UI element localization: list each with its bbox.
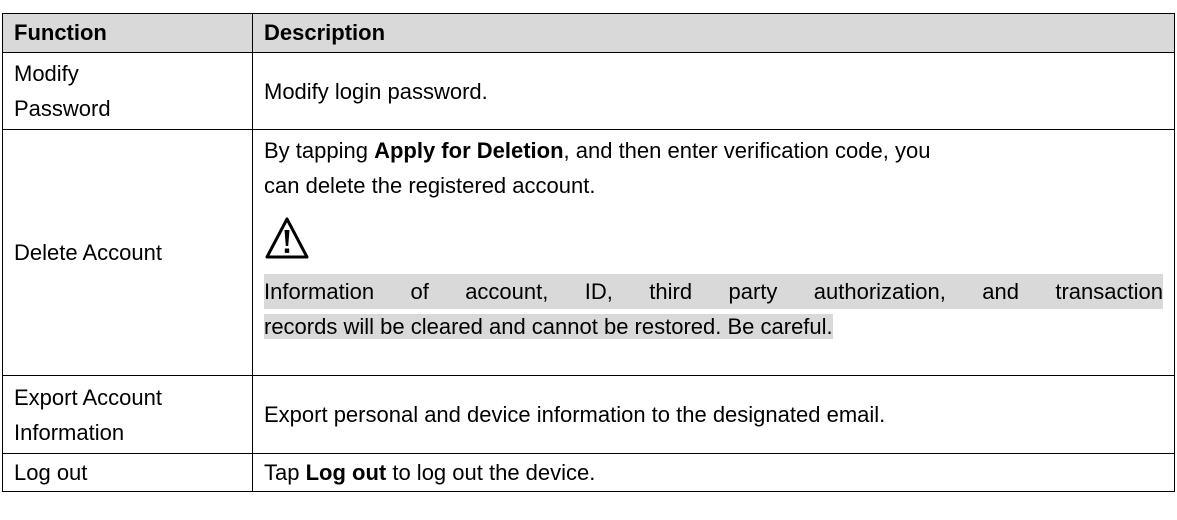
function-label: Delete Account <box>14 240 162 265</box>
apply-for-deletion-label: Apply for Deletion <box>374 138 564 163</box>
table-row-log-out: Log out Tap Log out to log out the devic… <box>2 453 1175 492</box>
function-label-line1: Modify <box>14 61 79 86</box>
warning-note-line2: records will be cleared and cannot be re… <box>264 314 833 339</box>
warning-note: Information of account, ID, third party … <box>264 274 1163 344</box>
warning-triangle-icon <box>264 216 310 260</box>
warning-note-line1: Information of account, ID, third party … <box>264 274 1163 309</box>
description-cell-log-out: Tap Log out to log out the device. <box>252 453 1175 492</box>
table-row-delete-account: Delete Account By tapping Apply for Dele… <box>2 129 1175 376</box>
description-text-prefix: By tapping <box>264 138 375 163</box>
function-label: Log out <box>14 460 88 485</box>
function-cell-log-out: Log out <box>2 453 253 492</box>
description-cell-export-account: Export personal and device information t… <box>252 375 1175 454</box>
description-text-suffix: , and then enter verification code, you <box>563 138 931 163</box>
function-label-line1: Export Account <box>14 384 162 410</box>
description-text-line2: can delete the registered account. <box>264 173 596 198</box>
function-label-line2: Password <box>14 96 111 121</box>
description-text-prefix: Tap <box>264 460 306 485</box>
header-description: Description <box>252 13 1175 53</box>
log-out-label: Log out <box>305 460 387 485</box>
table-row-modify-password: Modify Password Modify login password. <box>2 52 1175 130</box>
table-header-row: Function Description <box>2 13 1175 53</box>
description-paragraph: By tapping Apply for Deletion, and then … <box>264 133 1163 203</box>
description-text: Modify login password. <box>264 78 488 104</box>
function-label-line2: Information <box>14 419 125 445</box>
description-cell-delete-account: By tapping Apply for Deletion, and then … <box>252 129 1175 376</box>
description-cell-modify-password: Modify login password. <box>252 52 1175 130</box>
function-cell-export-account: Export Account Information <box>2 375 253 454</box>
description-text: Export personal and device information t… <box>264 402 886 427</box>
function-cell-modify-password: Modify Password <box>2 52 253 130</box>
table-row-export-account-information: Export Account Information Export person… <box>2 375 1175 454</box>
function-cell-delete-account: Delete Account <box>2 129 253 376</box>
description-text-suffix: to log out the device. <box>386 460 596 485</box>
header-function: Function <box>2 13 253 53</box>
function-description-table: Function Description Modify Password Mod… <box>2 13 1175 492</box>
